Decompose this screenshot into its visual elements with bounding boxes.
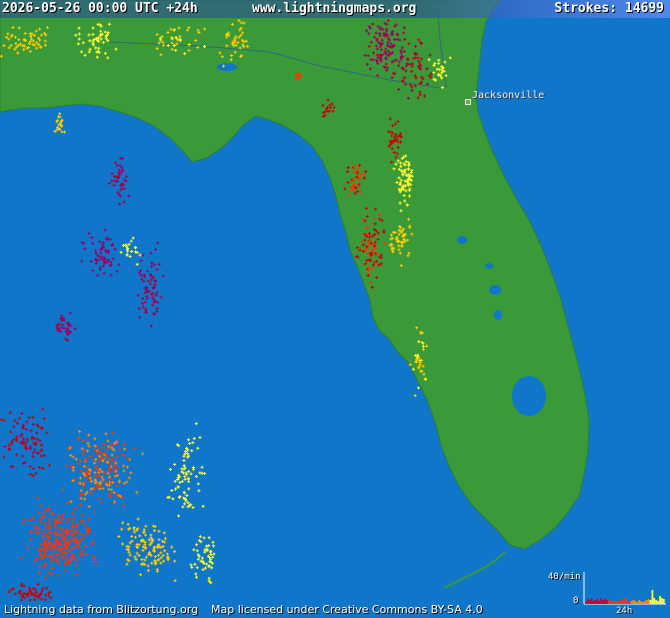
- histogram-bar: [651, 590, 654, 604]
- city-marker-icon: [465, 99, 471, 105]
- histogram-bar: [640, 601, 642, 604]
- histogram-bar: [632, 600, 635, 604]
- map-license-link[interactable]: Map licensed under Creative Commons BY-S…: [211, 603, 483, 616]
- histogram-bar: [602, 600, 604, 604]
- histogram-bar: [594, 600, 597, 604]
- data-credit-link[interactable]: Lightning data from Blitzortung.org: [4, 603, 198, 616]
- histogram-bar: [596, 599, 599, 604]
- site-link[interactable]: www.lightningmaps.org: [252, 1, 416, 16]
- histogram-bar: [607, 601, 610, 604]
- histogram-range-label: 24h: [616, 606, 633, 616]
- histogram-bar: [662, 599, 665, 604]
- histogram-bar: [615, 602, 618, 604]
- histogram-bar: [619, 600, 621, 604]
- lake: [217, 63, 237, 71]
- histogram-bar: [586, 599, 589, 604]
- histogram-bar: [653, 598, 656, 604]
- map-canvas[interactable]: [0, 0, 670, 618]
- histogram-bar: [645, 600, 648, 604]
- histogram-bar: [634, 601, 637, 604]
- histogram-bar: [585, 602, 587, 604]
- histogram-bar: [617, 601, 620, 604]
- stroke-rate-histogram: [583, 572, 666, 605]
- lightning-map: 2026-05-26 00:00 UTC +24h www.lightningm…: [0, 0, 670, 618]
- histogram-bar: [661, 598, 663, 604]
- histogram-bar: [642, 602, 644, 604]
- city-label: Jacksonville: [472, 90, 545, 101]
- histogram-bar: [643, 601, 646, 604]
- histogram-bar: [590, 598, 593, 604]
- histogram-bar: [588, 600, 591, 604]
- histogram-bar: [598, 601, 601, 604]
- lake: [457, 236, 467, 244]
- histogram-bar: [655, 600, 658, 604]
- histogram-bar: [636, 602, 639, 604]
- histogram-bar: [649, 600, 652, 604]
- histogram-bar: [626, 601, 629, 604]
- histogram-bar: [623, 599, 625, 604]
- histogram-max-label: 40/min: [548, 572, 581, 582]
- lake-okeechobee: [512, 376, 546, 416]
- lake: [494, 310, 502, 320]
- histogram-bar: [605, 600, 608, 604]
- histogram-bar: [630, 601, 633, 604]
- timestamp-label: 2026-05-26 00:00 UTC +24h: [2, 1, 198, 16]
- histogram-bar: [621, 601, 623, 604]
- histogram-bar: [659, 596, 661, 604]
- histogram-bar: [613, 601, 616, 604]
- lake: [489, 285, 501, 295]
- strokes-count: Strokes: 14699: [554, 1, 664, 16]
- histogram-bar: [600, 598, 602, 604]
- histogram-bar: [604, 599, 606, 604]
- histogram-bar: [647, 599, 650, 604]
- histogram-zero-label: 0: [573, 596, 579, 606]
- histogram-bar: [609, 600, 612, 604]
- histogram-bar: [638, 600, 640, 604]
- histogram-bar: [628, 602, 631, 604]
- histogram-bar: [657, 601, 659, 604]
- histogram-bar: [592, 601, 595, 604]
- lake: [485, 263, 493, 269]
- histogram-bar: [624, 598, 627, 604]
- histogram-bar: [611, 602, 614, 604]
